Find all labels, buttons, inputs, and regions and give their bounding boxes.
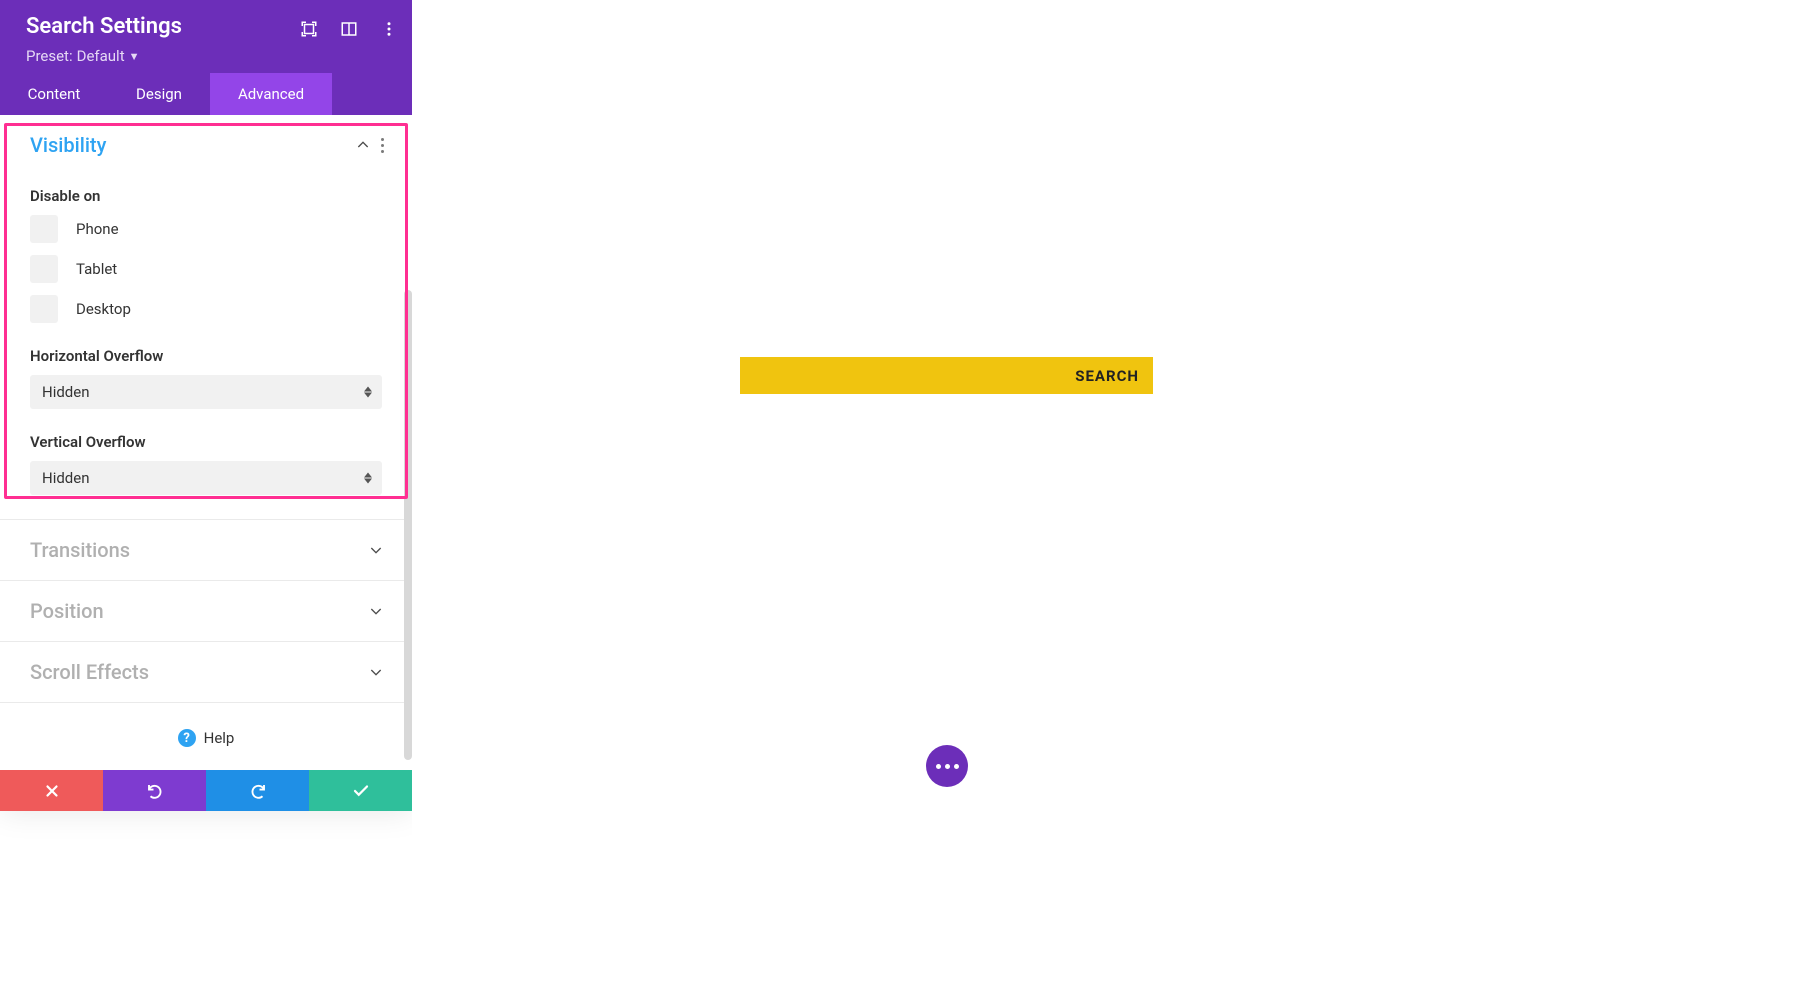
chevron-down-icon [368,664,384,680]
chevron-down-icon [368,542,384,558]
section-transitions-header[interactable]: Transitions [0,520,412,580]
section-more-icon[interactable] [381,138,384,153]
disable-desktop-checkbox[interactable] [30,295,58,323]
help-icon: ? [178,729,196,747]
help-link[interactable]: ? Help [0,703,412,769]
expand-icon[interactable] [300,20,318,38]
section-visibility-title: Visibility [30,133,106,157]
section-transitions-title: Transitions [30,538,130,562]
section-position: Position [0,581,412,642]
settings-panel: Search Settings Preset: Default ▼ Conten… [0,0,412,811]
vertical-overflow-label: Vertical Overflow [30,433,382,451]
disable-phone-label: Phone [76,220,119,238]
section-scroll-effects-header[interactable]: Scroll Effects [0,642,412,702]
visibility-body: Disable on Phone Tablet Desktop Horizont… [0,187,412,519]
floating-action-button[interactable] [926,745,968,787]
section-visibility-controls [355,137,384,153]
select-arrows-icon [364,473,372,484]
tab-design[interactable]: Design [108,73,210,115]
scrollbar[interactable] [404,290,412,760]
tab-content[interactable]: Content [0,73,108,115]
disable-phone-checkbox[interactable] [30,215,58,243]
undo-button[interactable] [103,770,206,811]
preset-value: Default [77,47,125,65]
disable-tablet-checkbox[interactable] [30,255,58,283]
cancel-button[interactable] [0,770,103,811]
confirm-button[interactable] [309,770,412,811]
preset-selector[interactable]: Preset: Default ▼ [26,47,392,65]
chevron-down-icon [368,603,384,619]
tab-advanced[interactable]: Advanced [210,73,332,115]
vertical-overflow-value: Hidden [42,469,90,487]
horizontal-overflow-label: Horizontal Overflow [30,347,382,365]
panel-body: Visibility Disable on Phone Tablet [0,115,412,811]
disable-desktop-label: Desktop [76,300,131,318]
section-position-title: Position [30,599,104,623]
action-bar [0,770,412,811]
search-button-label: SEARCH [1075,367,1139,385]
section-visibility-header[interactable]: Visibility [0,115,412,175]
horizontal-overflow-select[interactable]: Hidden [30,375,382,409]
section-scroll-effects: Scroll Effects [0,642,412,703]
search-widget[interactable]: SEARCH [740,357,1153,394]
panel-header: Search Settings Preset: Default ▼ [0,0,412,73]
canvas-preview: SEARCH [412,0,1800,986]
columns-icon[interactable] [340,20,358,38]
section-position-header[interactable]: Position [0,581,412,641]
section-transitions: Transitions [0,520,412,581]
section-visibility: Visibility Disable on Phone Tablet [0,115,412,520]
disable-tablet-label: Tablet [76,260,117,278]
preset-label: Preset: [26,47,73,65]
header-icon-row [300,20,398,38]
redo-button[interactable] [206,770,309,811]
more-icon[interactable] [380,20,398,38]
disable-desktop-row: Desktop [30,295,382,323]
help-label: Help [204,729,235,747]
disable-tablet-row: Tablet [30,255,382,283]
caret-down-icon: ▼ [129,50,140,63]
select-arrows-icon [364,387,372,398]
section-scroll-effects-title: Scroll Effects [30,660,149,684]
tab-bar: Content Design Advanced [0,73,412,115]
disable-phone-row: Phone [30,215,382,243]
horizontal-overflow-value: Hidden [42,383,90,401]
disable-on-label: Disable on [30,187,382,205]
vertical-overflow-select[interactable]: Hidden [30,461,382,495]
chevron-up-icon[interactable] [355,137,371,153]
